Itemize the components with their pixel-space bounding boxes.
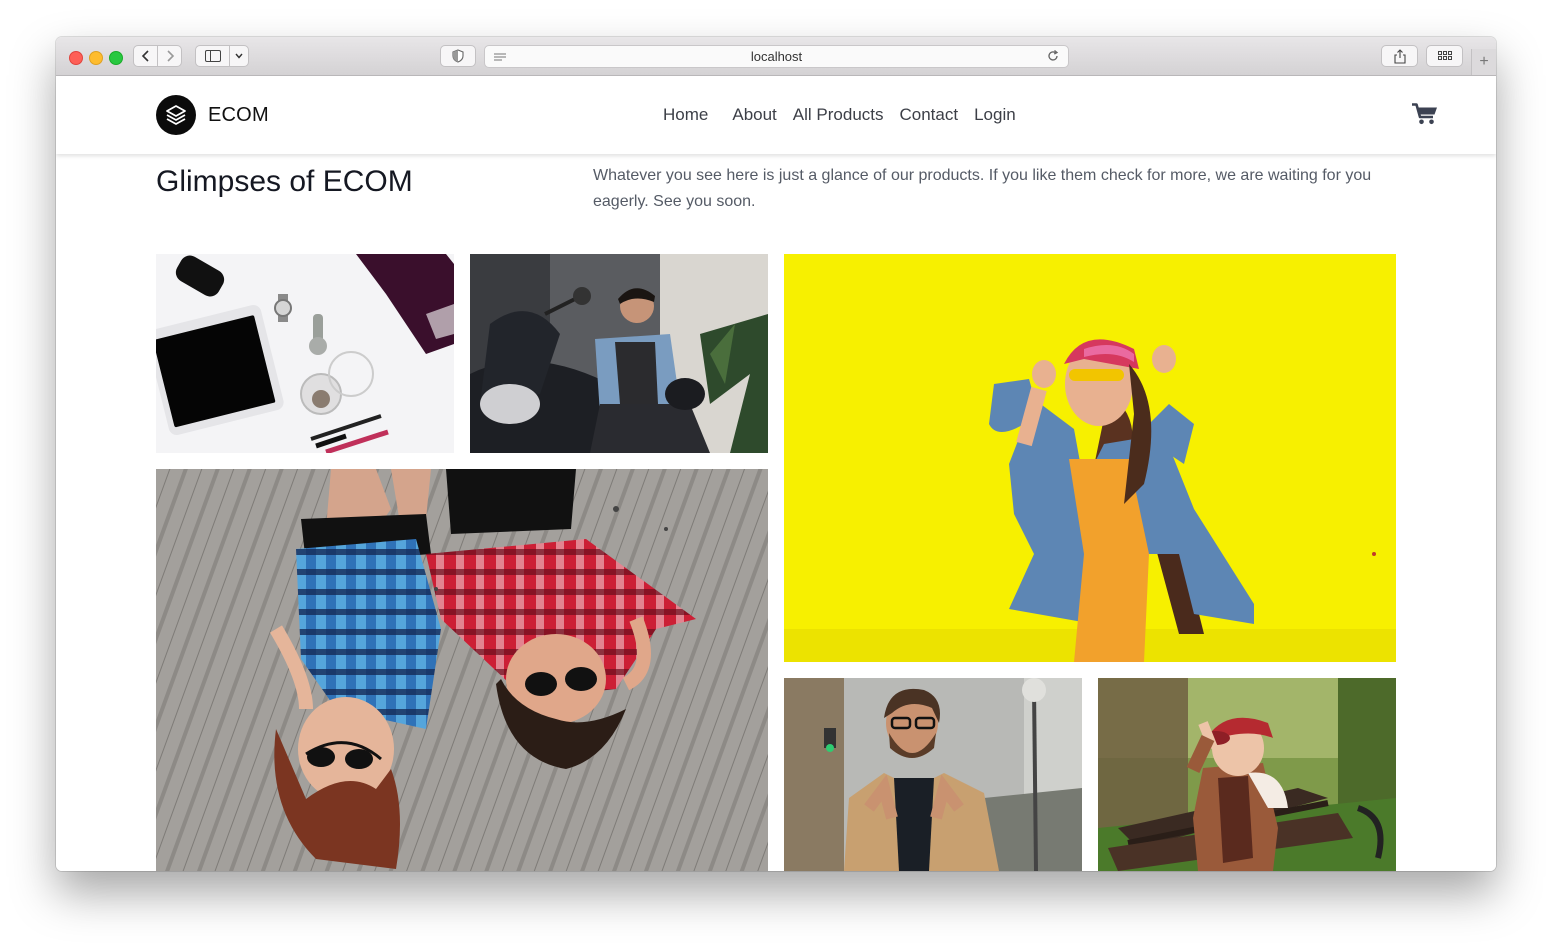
- shield-icon: [452, 49, 464, 63]
- nav-link-all-products[interactable]: All Products: [793, 105, 884, 125]
- address-bar[interactable]: localhost: [484, 45, 1069, 68]
- chevron-left-icon: [141, 50, 149, 62]
- zoom-window-button[interactable]: [109, 51, 123, 65]
- sidebar-icon: [204, 50, 221, 62]
- nav-link-home[interactable]: Home: [663, 105, 708, 125]
- back-button[interactable]: [133, 45, 158, 67]
- sidebar-menu-button[interactable]: [229, 45, 249, 67]
- main-nav: Home About All Products Contact Login: [663, 105, 1032, 125]
- share-button[interactable]: [1381, 45, 1418, 67]
- share-icon: [1393, 48, 1406, 64]
- gallery-description: Whatever you see here is just a glance o…: [593, 167, 1372, 210]
- reader-icon[interactable]: [493, 51, 507, 63]
- reload-icon[interactable]: [1046, 49, 1060, 63]
- chevron-down-icon: [235, 53, 243, 59]
- gallery-image-man-on-motorcycle[interactable]: [470, 254, 768, 453]
- nav-link-contact[interactable]: Contact: [900, 105, 959, 125]
- new-tab-button[interactable]: +: [1471, 49, 1496, 75]
- gallery-title: Glimpses of ECOM: [156, 165, 413, 198]
- chevron-right-icon: [166, 50, 174, 62]
- close-window-button[interactable]: [69, 51, 83, 65]
- web-page: ECOM Home About All Products Contact Log…: [56, 76, 1496, 871]
- url-text: localhost: [750, 49, 803, 64]
- site-navbar: ECOM Home About All Products Contact Log…: [56, 76, 1496, 154]
- sidebar-toggle-button[interactable]: [195, 45, 230, 67]
- gallery-image-tablet-accessories[interactable]: [156, 254, 454, 453]
- nav-link-about[interactable]: About: [732, 105, 776, 125]
- tab-overview-button[interactable]: [1426, 45, 1463, 67]
- gallery-image-woman-yellow-wall[interactable]: [784, 254, 1396, 662]
- privacy-report-button[interactable]: [440, 45, 476, 67]
- browser-window: localhost + ECOM Home About All Products…: [56, 37, 1496, 871]
- brand-name[interactable]: ECOM: [208, 104, 269, 127]
- gallery-image-two-girls-lying[interactable]: [156, 469, 768, 871]
- layers-logo-icon: [166, 105, 186, 125]
- browser-toolbar: localhost +: [56, 37, 1496, 76]
- forward-button[interactable]: [157, 45, 182, 67]
- cart-button[interactable]: [1412, 103, 1438, 130]
- gallery-image-man-in-coat[interactable]: [784, 678, 1082, 871]
- plus-icon: +: [1479, 53, 1489, 70]
- tabs-grid-icon: [1437, 51, 1452, 60]
- gallery-image-boy-on-bench[interactable]: [1098, 678, 1396, 871]
- minimize-window-button[interactable]: [89, 51, 103, 65]
- nav-link-login[interactable]: Login: [974, 105, 1016, 125]
- brand-logo[interactable]: [156, 95, 196, 135]
- shopping-cart-icon: [1412, 103, 1437, 125]
